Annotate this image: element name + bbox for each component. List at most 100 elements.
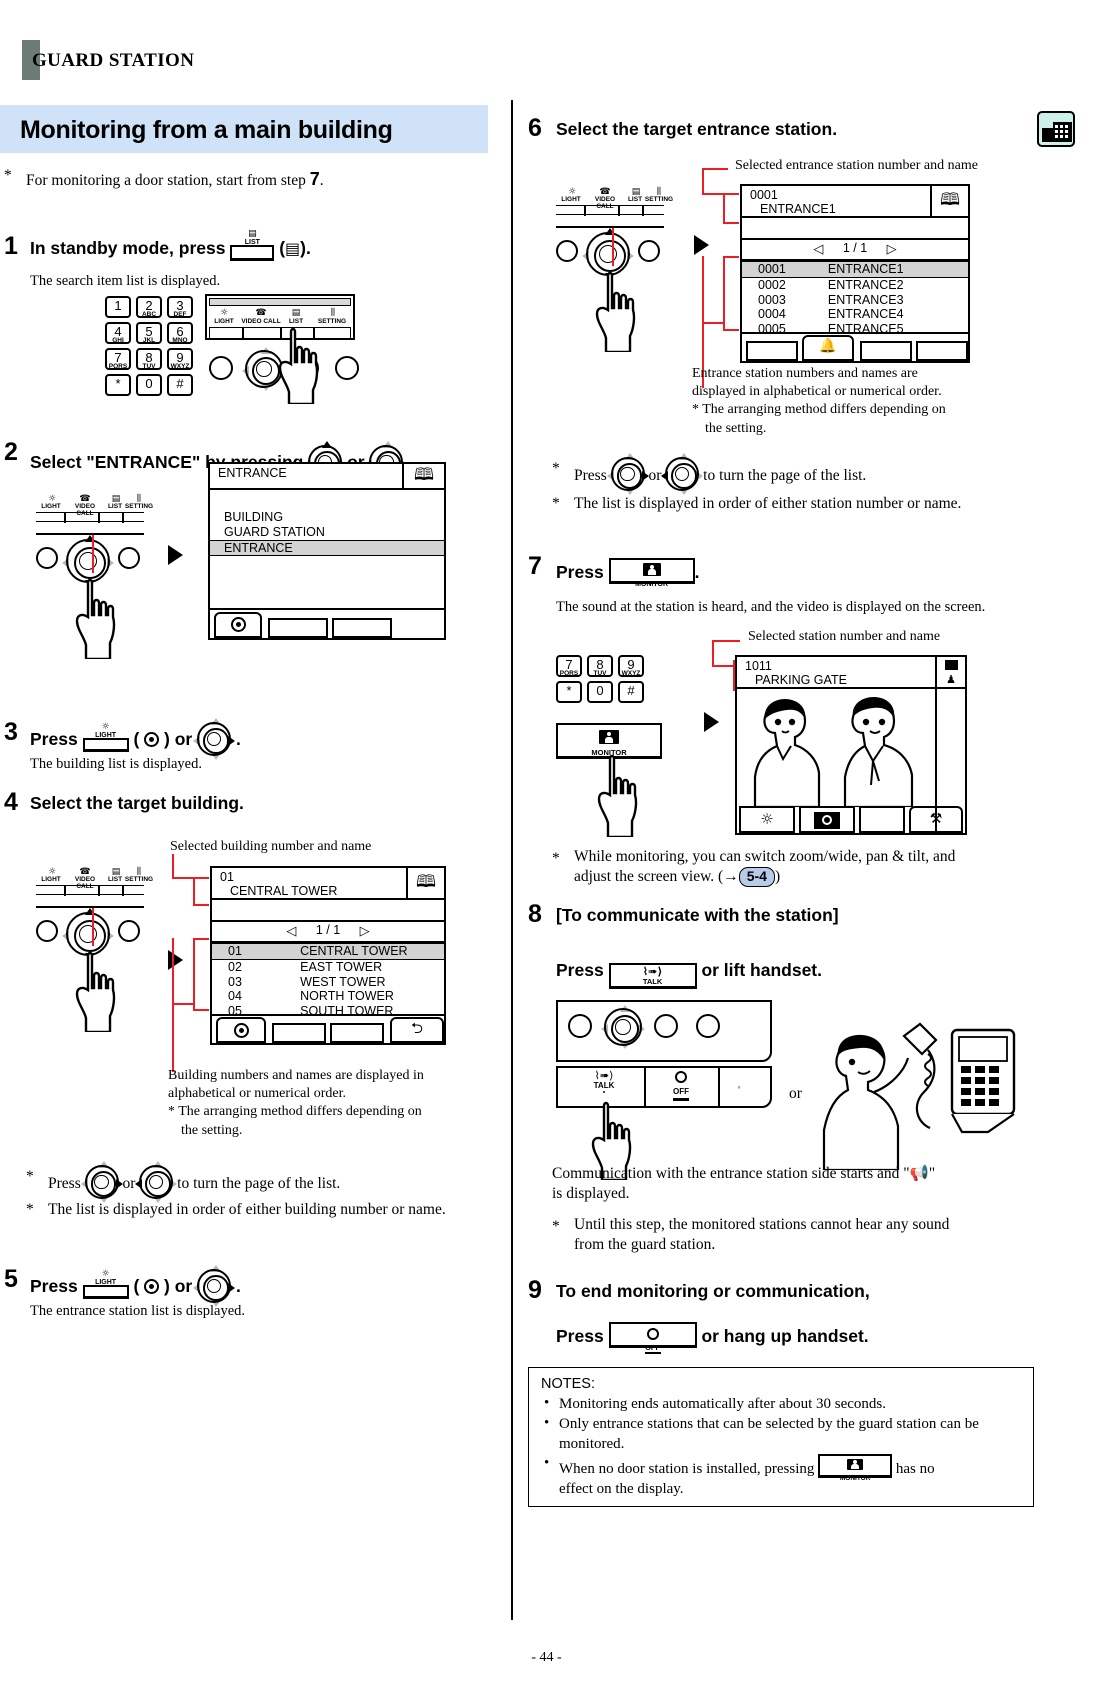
step-6-device-illustration: ☼ ☎ ▤ ⫼ LIGHT VIDEO CALL LIST SETTING: [556, 188, 673, 368]
call-button[interactable]: [36, 547, 58, 569]
off-button[interactable]: OFF: [652, 1070, 710, 1101]
note-item: Only entrance stations that can be selec…: [541, 1413, 1021, 1454]
dpad-right-icon: [193, 718, 236, 760]
entrance-rows[interactable]: 0001 ENTRANCE1 0002 ENTRANCE2 0003 ENTRA…: [742, 261, 968, 337]
page-right-arrow[interactable]: ▷: [887, 241, 897, 256]
key-7: 7 PQRS: [556, 655, 582, 677]
soft-button-row[interactable]: [556, 205, 664, 216]
soft-key-blank-2[interactable]: [330, 1023, 384, 1043]
soft-key-blank-1[interactable]: [272, 1023, 326, 1043]
step-4-number: 4: [4, 788, 18, 816]
soft-button-light[interactable]: [209, 327, 243, 339]
step-8-number: 8: [528, 900, 542, 928]
table-row[interactable]: 03 WEST TOWER: [212, 975, 444, 990]
video-call-icon: ☎: [255, 308, 267, 318]
step-4-heading: Select the target building.: [30, 793, 244, 813]
step-6-caption-top: Selected entrance station number and nam…: [735, 158, 978, 173]
step-8-heading: [To communicate with the station]: [556, 905, 839, 925]
book-icon-area: 🕮: [402, 464, 444, 490]
handset-button[interactable]: [696, 1014, 720, 1038]
dpad-left-icon: [661, 453, 704, 495]
soft-key-blank-2[interactable]: [860, 341, 912, 361]
table-row[interactable]: 0001 ENTRANCE1: [742, 261, 968, 278]
soft-key-blank-2[interactable]: [332, 618, 392, 638]
talk-indicator-icon: 📢: [909, 1164, 929, 1182]
list-item[interactable]: GUARD STATION: [210, 525, 444, 540]
step-1-device-illustration: 1 2 ABC 3 DEF 4 GHI 5 JKL 6 MNO 7 PQRS 8 TUV 9W…: [105, 294, 375, 404]
step-5-subtext: The entrance station list is displayed.: [30, 1303, 246, 1319]
off-button-glyph: OFF: [608, 1322, 697, 1355]
or-label: or: [789, 1085, 802, 1102]
soft-button-row[interactable]: [36, 512, 144, 523]
key-9: 9 WXYZ: [618, 655, 644, 677]
video-monitor-screen: 1011 PARKING GATE ♟ ☼ ⚒: [735, 655, 967, 835]
adjust-button[interactable]: [638, 240, 660, 262]
adjust-button[interactable]: [654, 1014, 678, 1038]
page-left-arrow[interactable]: ◁: [813, 241, 823, 256]
list-item[interactable]: BUILDING: [210, 510, 444, 525]
handset-button[interactable]: [335, 356, 359, 380]
table-row[interactable]: 0002 ENTRANCE2: [742, 278, 968, 293]
reference-badge[interactable]: 5-4: [738, 867, 775, 887]
adjust-button[interactable]: [118, 920, 140, 942]
call-button[interactable]: [209, 356, 233, 380]
setting-icon: ⫼: [330, 308, 336, 318]
function-label-list: LIST: [288, 318, 304, 325]
call-button[interactable]: [36, 920, 58, 942]
step-1-heading: In standby mode, press ▤ LIST (▤).: [30, 230, 311, 261]
talk-button[interactable]: ⌇➠⟩ TALK •: [572, 1070, 636, 1096]
key-0: 0: [587, 681, 613, 703]
table-row[interactable]: 04 NORTH TOWER: [212, 989, 444, 1004]
video-side-bar: [935, 689, 965, 833]
step-8-result: Communication with the entrance station …: [552, 1164, 936, 1203]
adjust-button[interactable]: [118, 547, 140, 569]
flow-arrow: [694, 235, 709, 255]
menu-list[interactable]: BUILDING GUARD STATION ENTRANCE: [210, 490, 444, 557]
call-button[interactable]: [568, 1014, 592, 1038]
key-4: 4 GHI: [105, 322, 131, 344]
soft-key-blank-1[interactable]: [746, 341, 798, 361]
screen-header: 1011 PARKING GATE: [737, 657, 965, 689]
dpad-right-icon: [80, 1161, 123, 1203]
step-2-number: 2: [4, 438, 18, 466]
step-6-note-1: * Press or to turn the page of the list.: [552, 453, 1022, 495]
person-icon: ♟: [946, 673, 956, 686]
step-7-heading: Press MONITOR .: [556, 558, 699, 588]
flow-arrow: [704, 712, 719, 732]
pointing-hand-icon: [278, 327, 319, 404]
function-label-light: LIGHT: [561, 196, 581, 203]
soft-key-back[interactable]: ⮌: [390, 1017, 444, 1043]
call-button[interactable]: [556, 240, 578, 262]
table-row[interactable]: 0003 ENTRANCE3: [742, 293, 968, 308]
soft-key-zoom[interactable]: [799, 806, 855, 833]
indicator-dot: ◦: [737, 1082, 741, 1092]
step-8-note-1: * Until this step, the monitored station…: [552, 1216, 950, 1254]
book-icon-area: 🕮: [406, 868, 444, 900]
table-row[interactable]: 01 CENTRAL TOWER: [212, 943, 444, 960]
soft-key-call[interactable]: 🔔: [802, 335, 854, 361]
navigation-dpad[interactable]: [601, 1005, 645, 1049]
building-rows[interactable]: 01 CENTRAL TOWER 02 EAST TOWER 03 WEST T…: [212, 943, 444, 1019]
screen-blank-row: [212, 900, 444, 922]
notes-box: NOTES: Monitoring ends automatically aft…: [528, 1367, 1034, 1507]
list-item-selected[interactable]: ENTRANCE: [210, 539, 444, 557]
page-left-arrow[interactable]: ◁: [286, 923, 296, 938]
soft-key-blank[interactable]: [859, 806, 905, 833]
select-icon: [233, 1023, 249, 1038]
list-icon: ▤: [285, 239, 301, 258]
light-icon: ☼: [219, 308, 229, 318]
table-row[interactable]: 0004 ENTRANCE4: [742, 307, 968, 322]
soft-button-row[interactable]: [36, 885, 144, 896]
soft-key-brightness[interactable]: ☼: [739, 806, 795, 833]
soft-key-blank-3[interactable]: [916, 341, 968, 361]
soft-key-select[interactable]: [216, 1017, 266, 1043]
step-4-note-1: * Press or to turn the page of the list.: [26, 1161, 496, 1203]
table-row[interactable]: 02 EAST TOWER: [212, 960, 444, 975]
key-9: 9 WXYZ: [167, 348, 193, 370]
step-3-heading: Press ☼ LIGHT ( ) or .: [30, 718, 241, 760]
flow-arrow: [168, 950, 183, 970]
entrance-soft-key-bar: 🔔: [740, 333, 970, 363]
soft-key-select[interactable]: [214, 612, 262, 638]
soft-key-blank-1[interactable]: [268, 618, 328, 638]
page-right-arrow[interactable]: ▷: [360, 923, 370, 938]
